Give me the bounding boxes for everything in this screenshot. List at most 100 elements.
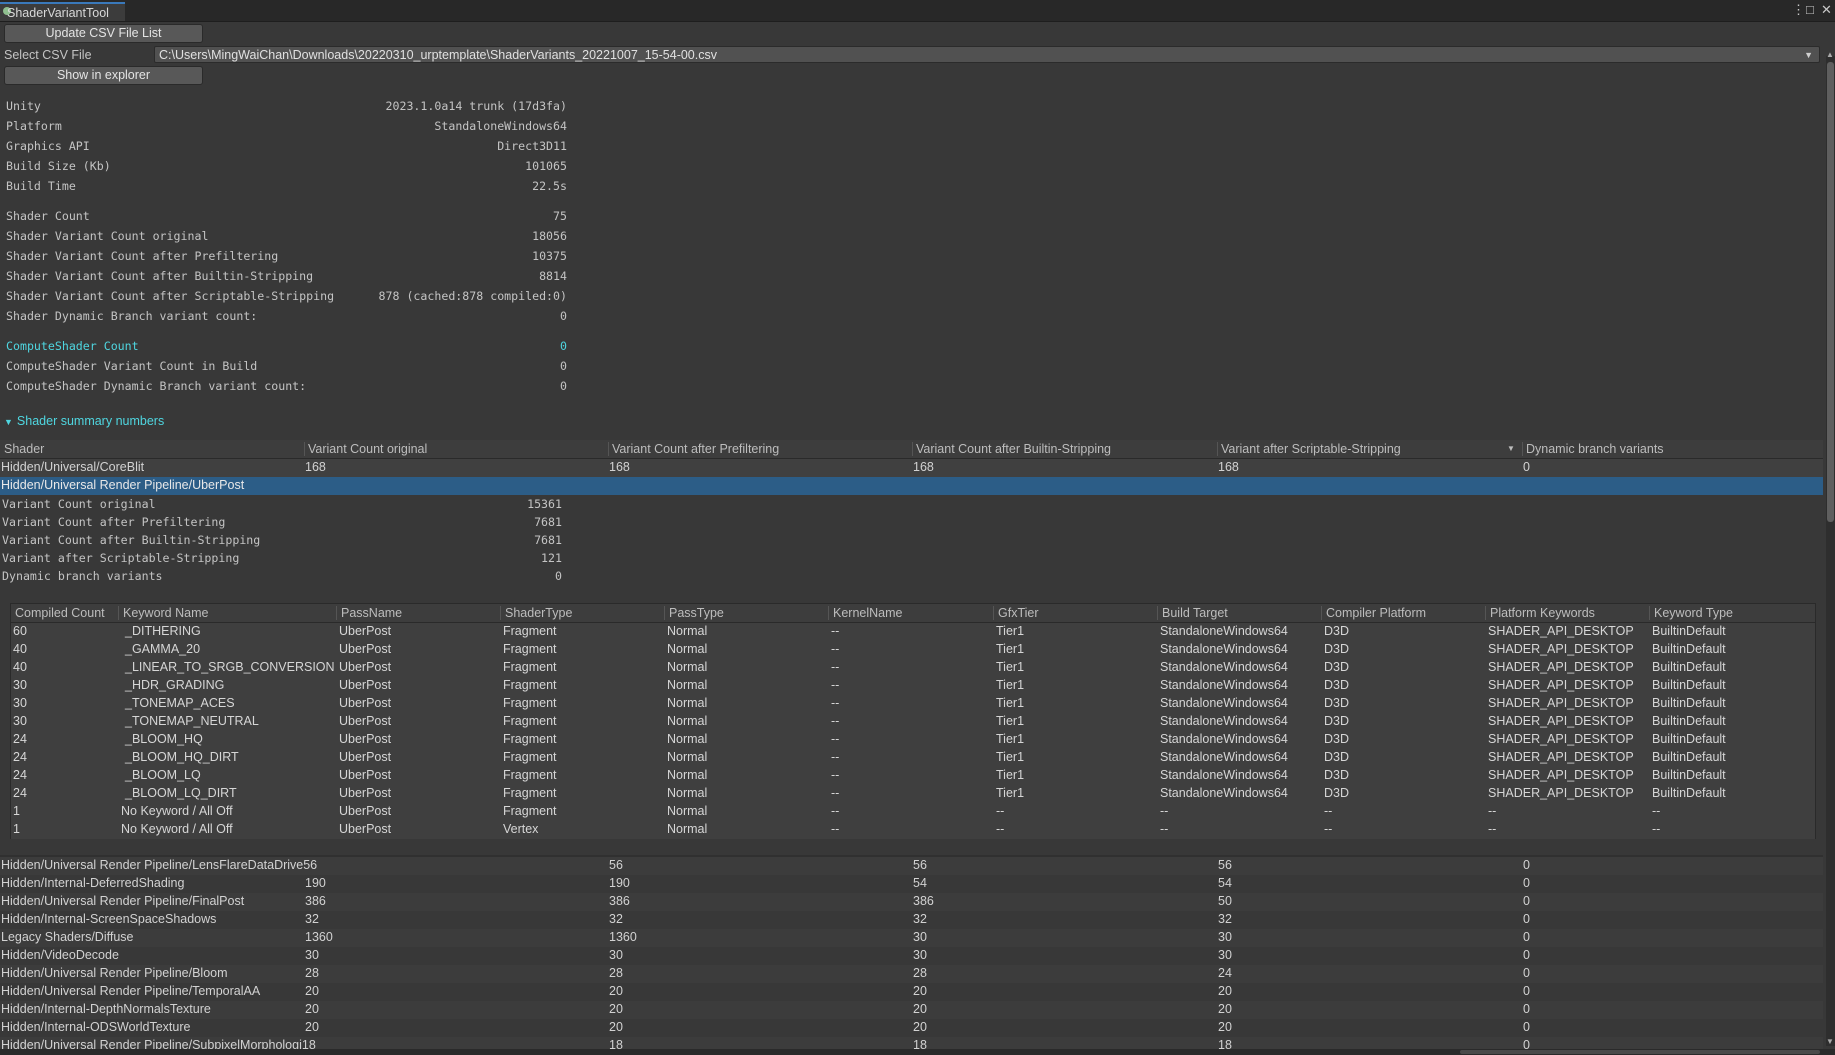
variant-cell: Fragment [503,786,557,800]
scroll-up-icon[interactable]: ▲ [1826,50,1834,59]
selected-shader-row[interactable]: Hidden/Universal Render Pipeline/UberPos… [0,477,1823,495]
column-divider [1522,442,1523,456]
menu-icon[interactable]: ⋮ [1792,2,1805,18]
column-header[interactable]: Variant Count original [308,442,427,456]
scrollbar-thumb[interactable] [1827,62,1834,522]
table-row[interactable]: Hidden/Internal-DepthNormalsTexture 20 20 2… [0,1001,1823,1019]
column-header[interactable]: Compiled Count [15,606,105,620]
variant-cell: Tier1 [996,750,1025,764]
column-header[interactable]: Keyword Type [1654,606,1733,620]
build-info-label: Build Size (Kb) [6,159,111,173]
variant-cell: Normal [667,804,708,818]
horizontal-scrollbar-thumb[interactable] [1460,1050,1820,1054]
shader-info-value: 18056 [532,229,567,243]
table-cell: 20 [305,1020,319,1034]
variant-cell: StandaloneWindows64 [1160,714,1288,728]
build-info-label: Unity [6,99,41,113]
table-row[interactable]: Hidden/Universal Render Pipeline/Tempora… [0,983,1823,1001]
close-icon[interactable]: ✕ [1821,2,1832,18]
table-row[interactable]: Hidden/Universal Render Pipeline/Bloom 28… [0,965,1823,983]
column-header[interactable]: KernelName [833,606,902,620]
column-header[interactable]: GfxTier [998,606,1039,620]
variant-row[interactable]: 24 _BLOOM_LQ_DIRT UberPost Fragment Normal --… [11,785,1815,803]
variant-cell: _BLOOM_LQ [125,768,201,782]
update-csv-button[interactable]: Update CSV File List [4,24,203,43]
show-in-explorer-button[interactable]: Show in explorer [4,66,203,85]
table-cell: Hidden/Universal Render Pipeline/Tempora… [1,984,261,998]
table-cell: 56 [609,858,623,872]
table-cell: 386 [609,894,630,908]
table-cell: 32 [305,912,319,926]
table-row[interactable]: Hidden/Internal-ScreenSpaceShadows 32 32 32… [0,911,1823,929]
variant-row[interactable]: 24 _BLOOM_HQ UberPost Fragment Normal -- Tier1… [11,731,1815,749]
variant-cell: Fragment [503,624,557,638]
maximize-icon[interactable]: □ [1806,2,1814,17]
variant-row[interactable]: 1 No Keyword / All Off UberPost Vertex Norma… [11,821,1815,839]
column-divider [304,442,305,456]
column-header[interactable]: PassType [669,606,724,620]
variant-row[interactable]: 30 _TONEMAP_ACES UberPost Fragment Normal -- T… [11,695,1815,713]
table-cell: 20 [305,1002,319,1016]
variant-cell: D3D [1324,768,1350,782]
variant-cell: 24 [13,750,27,764]
csv-file-path: C:\Users\MingWaiChan\Downloads\20220310_… [159,48,717,62]
column-header[interactable]: Shader [4,442,44,456]
build-info-value: 22.5s [532,179,567,193]
column-header[interactable]: Variant Count after Prefiltering [612,442,779,456]
shader-info-label: Shader Dynamic Branch variant count: [6,309,258,323]
variant-cell: Normal [667,768,708,782]
shader-info-label: Shader Count [6,209,90,223]
table-cell: 0 [1523,930,1530,944]
variant-cell: BuiltinDefault [1652,714,1726,728]
variant-cell: BuiltinDefault [1652,786,1726,800]
variant-cell: -- [831,804,840,818]
column-header[interactable]: Build Target [1162,606,1228,620]
variant-row[interactable]: 30 _HDR_GRADING UberPost Fragment Normal -- Ti… [11,677,1815,695]
compute-info-value: 0 [560,339,567,353]
variant-cell: 30 [13,714,27,728]
shader-info-row: Shader Variant Count after Builtin-Strip… [6,269,567,289]
variant-cell: _GAMMA_20 [125,642,201,656]
variant-row[interactable]: 40 _LINEAR_TO_SRGB_CONVERSION UberPost Frag… [11,659,1815,677]
variant-row[interactable]: 40 _GAMMA_20 UberPost Fragment Normal -- Tier1… [11,641,1815,659]
variant-row[interactable]: 24 _BLOOM_LQ UberPost Fragment Normal -- Tier1… [11,767,1815,785]
variant-cell: 24 [13,732,27,746]
shader-info-label: Shader Variant Count after Prefiltering [6,249,279,263]
table-row[interactable]: Hidden/Universal Render Pipeline/FinalPo… [0,893,1823,911]
variant-row[interactable]: 24 _BLOOM_HQ_DIRT UberPost Fragment Normal --… [11,749,1815,767]
table-row[interactable]: Hidden/Internal-ODSWorldTexture 20 20 20 20 0 [0,1019,1823,1037]
csv-file-dropdown[interactable]: C:\Users\MingWaiChan\Downloads\20220310_… [154,46,1820,63]
shader-info-label: Shader Variant Count original [6,229,209,243]
table-cell: 386 [913,894,934,908]
column-divider [1217,442,1218,456]
variant-cell: UberPost [339,750,392,764]
column-header[interactable]: ShaderType [505,606,572,620]
foldout-label: Shader summary numbers [16,414,165,428]
table-row[interactable]: Hidden/Universal Render Pipeline/LensFla… [0,857,1823,875]
column-header[interactable]: Platform Keywords [1490,606,1595,620]
variant-cell: Tier1 [996,732,1025,746]
scroll-down-icon[interactable]: ▼ [1826,1037,1834,1046]
variant-cell: StandaloneWindows64 [1160,786,1288,800]
column-divider [993,606,994,620]
tab-shader-variant-tool[interactable]: ShaderVariantTool [0,2,125,21]
sort-icon[interactable]: ▼ [1507,444,1515,453]
column-header[interactable]: Keyword Name [123,606,208,620]
table-row[interactable]: Hidden/VideoDecode 30 30 30 30 0 [0,947,1823,965]
table-row[interactable]: Hidden/Universal/CoreBlit 168 168 168 168 0 [0,459,1823,477]
variant-cell: -- [831,768,840,782]
column-header[interactable]: Variant Count after Builtin-Stripping [916,442,1111,456]
column-header[interactable]: PassName [341,606,402,620]
shader-summary-foldout[interactable]: ▼ Shader summary numbers [4,414,164,428]
table-cell: 1360 [305,930,333,944]
variant-cell: Tier1 [996,768,1025,782]
variant-row[interactable]: 1 No Keyword / All Off UberPost Fragment Nor… [11,803,1815,821]
column-header[interactable]: Dynamic branch variants [1526,442,1664,456]
column-header[interactable]: Variant after Scriptable-Stripping [1221,442,1401,456]
table-row[interactable]: Legacy Shaders/Diffuse 1360 1360 30 30 0 [0,929,1823,947]
variant-cell: StandaloneWindows64 [1160,696,1288,710]
variant-row[interactable]: 60 _DITHERING UberPost Fragment Normal -- Tier… [11,623,1815,641]
variant-row[interactable]: 30 _TONEMAP_NEUTRAL UberPost Fragment Normal… [11,713,1815,731]
table-row[interactable]: Hidden/Internal-DeferredShading 190 190 54 5… [0,875,1823,893]
column-header[interactable]: Compiler Platform [1326,606,1426,620]
